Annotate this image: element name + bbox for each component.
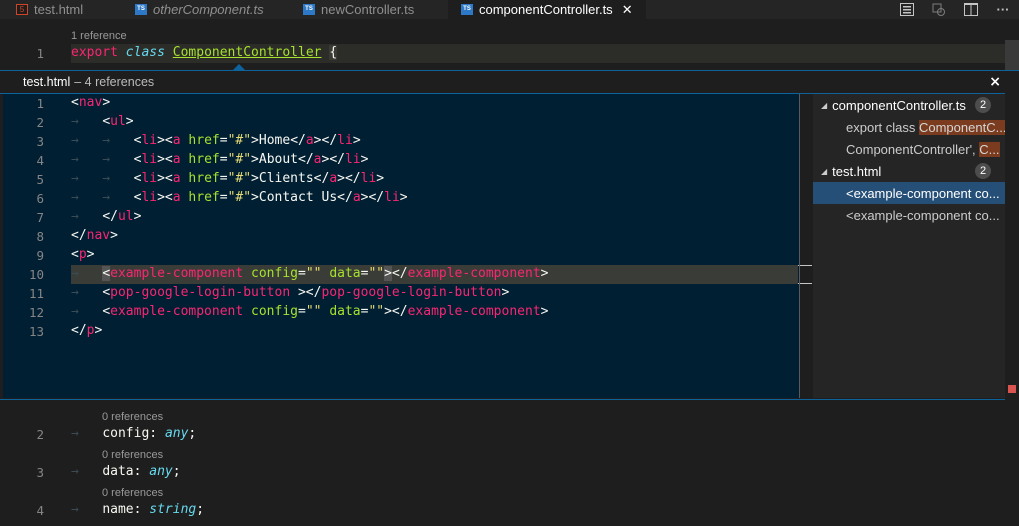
tab-label: componentController.ts xyxy=(479,2,613,17)
peek-divider xyxy=(799,94,800,398)
open-preview-icon[interactable] xyxy=(891,0,923,19)
peek-line-number: 7 xyxy=(36,210,44,225)
html-file-icon: 5 xyxy=(16,4,28,15)
codelens-references[interactable]: 0 references xyxy=(102,449,163,461)
ts-file-icon: TS xyxy=(303,4,315,15)
expand-triangle-icon: ◢ xyxy=(821,100,828,110)
tab-label: otherComponent.ts xyxy=(153,2,264,17)
peek-code-line[interactable]: <nav> xyxy=(71,95,110,110)
reference-item-selected[interactable]: <example-component co... xyxy=(813,182,1005,204)
peek-code-line[interactable]: → <example-component config="" data=""><… xyxy=(71,304,548,319)
peek-code-line[interactable]: → <ul> xyxy=(71,114,134,129)
peek-code-line[interactable]: → → <li><a href="#">Clients</a></li> xyxy=(71,171,384,186)
peek-line-number: 12 xyxy=(28,305,44,320)
peek-line-number: 3 xyxy=(36,134,44,149)
peek-line-number: 11 xyxy=(28,286,44,301)
ruler-mark xyxy=(798,283,812,284)
more-actions-icon[interactable]: ··· xyxy=(987,0,1019,19)
close-peek-icon[interactable]: × xyxy=(989,74,1001,90)
codelens-references[interactable]: 0 references xyxy=(102,411,163,423)
peek-line-number: 9 xyxy=(36,248,44,263)
code-line-2[interactable]: → config: any; xyxy=(71,426,196,441)
compare-icon[interactable] xyxy=(923,0,955,19)
ruler-mark xyxy=(798,265,812,266)
overview-ruler-mark xyxy=(1008,385,1016,393)
reference-file-test-html[interactable]: ◢ test.html 2 xyxy=(813,160,1005,182)
scrollbar-thumb[interactable] xyxy=(1005,40,1019,70)
peek-code-line[interactable]: → → <li><a href="#">About</a></li> xyxy=(71,152,368,167)
peek-file-name[interactable]: test.html xyxy=(23,75,70,89)
peek-line-number: 5 xyxy=(36,172,44,187)
peek-line-number: 2 xyxy=(36,115,44,130)
peek-bottom-border xyxy=(0,399,1005,400)
reference-item[interactable]: ComponentController', C... xyxy=(813,138,1005,160)
peek-header: test.html – 4 references xyxy=(0,71,1005,93)
peek-code-line[interactable]: → → <li><a href="#">Home</a></li> xyxy=(71,133,361,148)
peek-code-line-selected[interactable]: → <example-component config="" data=""><… xyxy=(71,266,548,281)
reference-file-componentcontroller[interactable]: ◢ componentController.ts 2 xyxy=(813,94,1005,116)
peek-code-line[interactable]: → <pop-google-login-button ></pop-google… xyxy=(71,285,509,300)
peek-line-number: 1 xyxy=(36,96,44,111)
peek-references-tree: ◢ componentController.ts 2 export class … xyxy=(813,94,1005,398)
line-number: 2 xyxy=(36,427,44,442)
tab-label: newController.ts xyxy=(321,2,415,17)
peek-code-line[interactable]: → → <li><a href="#">Contact Us</a></li> xyxy=(71,190,408,205)
ts-file-icon: TS xyxy=(461,4,473,15)
close-tab-icon[interactable]: ✕ xyxy=(622,2,633,18)
tab-bar: 5 test.html TS otherComponent.ts TS newC… xyxy=(0,0,1019,19)
peek-code-line[interactable]: <p> xyxy=(71,247,94,262)
tab-test-html[interactable]: 5 test.html xyxy=(0,0,124,19)
tab-componentcontroller-ts[interactable]: TS componentController.ts ✕ xyxy=(448,0,646,19)
peek-line-number: 13 xyxy=(28,324,44,339)
split-editor-icon[interactable] xyxy=(955,0,987,19)
tab-label: test.html xyxy=(34,2,84,17)
peek-line-number: 6 xyxy=(36,191,44,206)
tab-newcontroller-ts[interactable]: TS newController.ts xyxy=(295,0,445,19)
peek-reference-count: – 4 references xyxy=(74,75,155,89)
peek-line-number: 10 xyxy=(28,267,44,282)
codelens-references[interactable]: 1 reference xyxy=(71,30,127,42)
expand-triangle-icon: ◢ xyxy=(821,166,828,176)
peek-code-line[interactable]: → </ul> xyxy=(71,209,141,224)
reference-item[interactable]: export class ComponentC... xyxy=(813,116,1005,138)
line-number: 1 xyxy=(36,46,44,61)
editor-actions: ··· xyxy=(891,0,1019,19)
peek-line-number: 8 xyxy=(36,229,44,244)
reference-count-badge: 2 xyxy=(975,97,991,113)
line-number: 4 xyxy=(36,503,44,518)
peek-line-number: 4 xyxy=(36,153,44,168)
line-number: 3 xyxy=(36,465,44,480)
peek-code-line[interactable]: </nav> xyxy=(71,228,118,243)
reference-item[interactable]: <example-component co... xyxy=(813,204,1005,226)
code-line-1[interactable]: export class ComponentController { xyxy=(71,45,338,60)
ts-file-icon: TS xyxy=(135,4,147,15)
code-line-3[interactable]: → data: any; xyxy=(71,464,181,479)
reference-count-badge: 2 xyxy=(975,163,991,179)
peek-arrow-icon xyxy=(232,64,246,71)
code-line-4[interactable]: → name: string; xyxy=(71,502,204,517)
tab-othercomponent-ts[interactable]: TS otherComponent.ts xyxy=(127,0,292,19)
codelens-references[interactable]: 0 references xyxy=(102,487,163,499)
peek-code-line[interactable]: </p> xyxy=(71,323,102,338)
